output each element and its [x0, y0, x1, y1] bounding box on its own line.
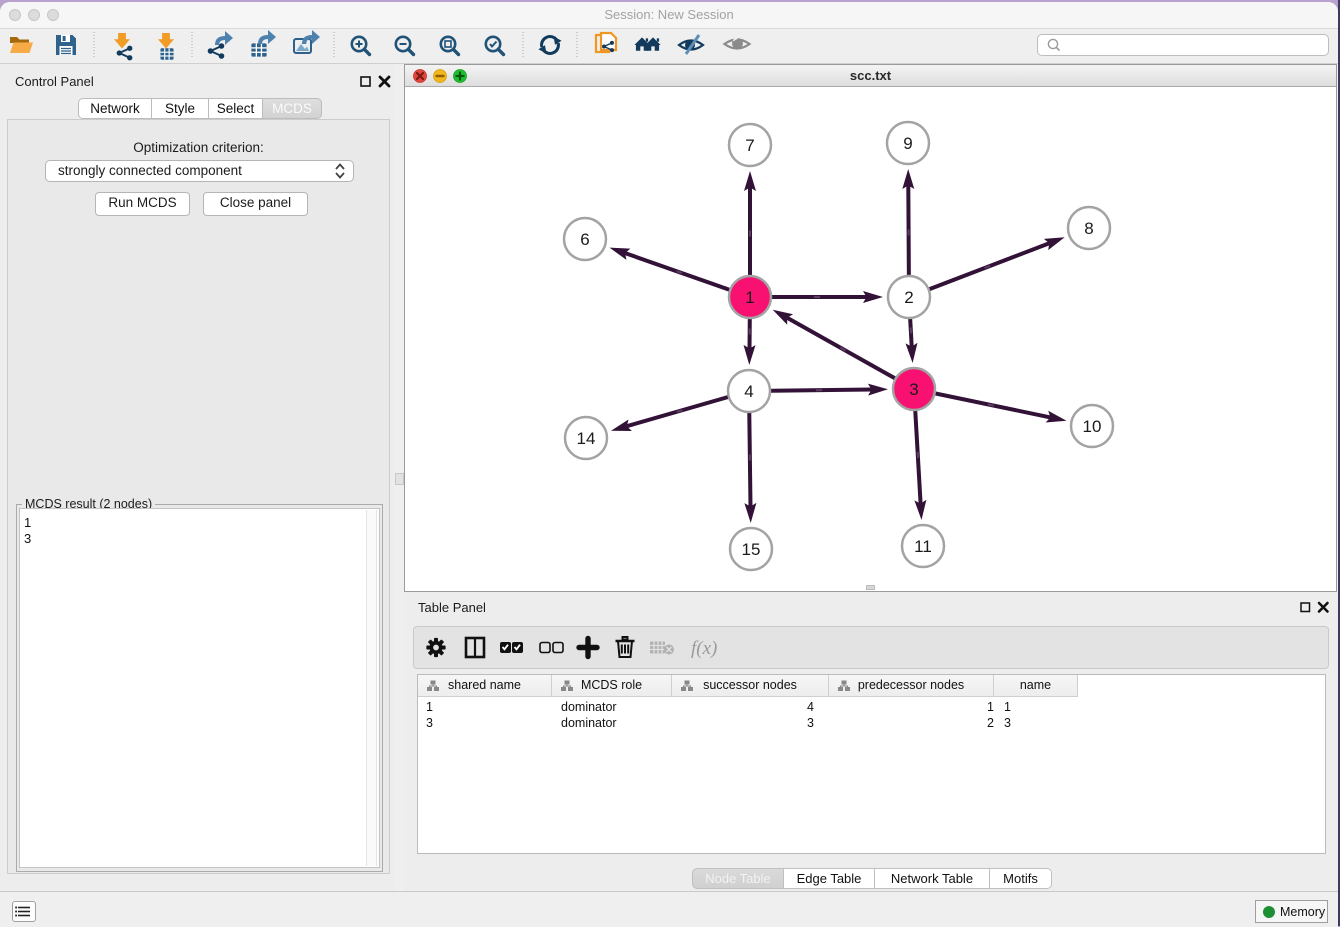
svg-text:15: 15 — [742, 540, 761, 559]
svg-text:6: 6 — [580, 230, 589, 249]
svg-text:f(x): f(x) — [691, 638, 717, 659]
svg-text:7: 7 — [745, 136, 754, 155]
svg-text:10: 10 — [1083, 417, 1102, 436]
svg-text:1: 1 — [745, 288, 754, 307]
svg-text:8: 8 — [1084, 219, 1093, 238]
svg-text:2: 2 — [904, 288, 913, 307]
svg-text:4: 4 — [744, 382, 753, 401]
svg-text:9: 9 — [903, 134, 912, 153]
svg-text:14: 14 — [577, 429, 596, 448]
svg-text:3: 3 — [909, 380, 918, 399]
svg-text:11: 11 — [914, 537, 932, 556]
